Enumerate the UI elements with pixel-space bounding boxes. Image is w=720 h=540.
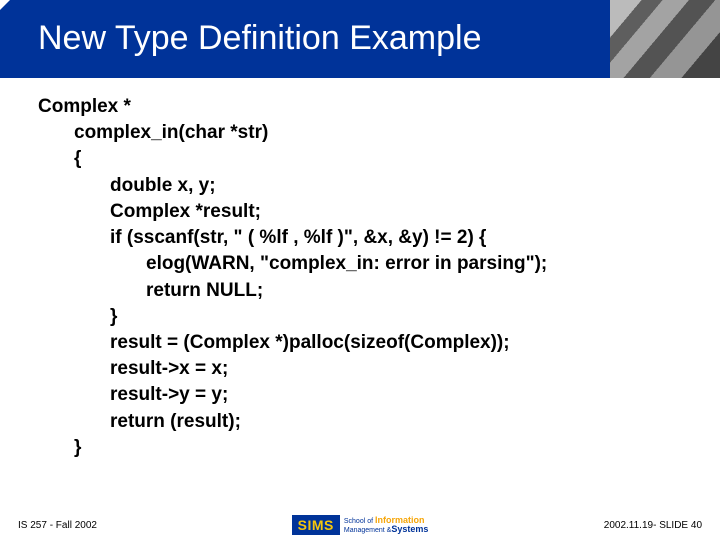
- code-line: return (result);: [38, 409, 690, 435]
- title-photo: [610, 0, 720, 78]
- logo-management: Management: [344, 527, 385, 534]
- slide: New Type Definition Example Complex * co…: [0, 0, 720, 540]
- code-line: }: [38, 304, 690, 330]
- slide-footer: IS 257 - Fall 2002 SIMS School of Inform…: [0, 516, 720, 540]
- code-line: double x, y;: [38, 173, 690, 199]
- code-line: result->x = x;: [38, 356, 690, 382]
- code-line: }: [38, 435, 690, 461]
- title-bar: New Type Definition Example: [0, 0, 720, 78]
- sims-logo-icon: SIMS: [292, 515, 340, 535]
- slide-body: Complex * complex_in(char *str) { double…: [38, 94, 690, 461]
- slide-title: New Type Definition Example: [0, 20, 481, 57]
- code-line: result->y = y;: [38, 382, 690, 408]
- code-line: if (sscanf(str, " ( %lf , %lf )", &x, &y…: [38, 225, 690, 251]
- code-line: result = (Complex *)palloc(sizeof(Comple…: [38, 330, 690, 356]
- logo-systems: Systems: [391, 524, 428, 534]
- code-line: elog(WARN, "complex_in: error in parsing…: [38, 251, 690, 277]
- title-corner-cut: [0, 0, 10, 10]
- footer-logo: SIMS School of Information Management &S…: [246, 515, 474, 535]
- code-line: return NULL;: [38, 278, 690, 304]
- building-photo-icon: [610, 0, 720, 78]
- code-line: complex_in(char *str): [38, 120, 690, 146]
- footer-date-slide: 2002.11.19- SLIDE 40: [474, 520, 702, 531]
- code-line: {: [38, 146, 690, 172]
- sims-logo-subtext: School of Information Management &System…: [344, 516, 429, 535]
- logo-school: School of: [344, 518, 373, 525]
- code-line: Complex *: [38, 94, 690, 120]
- code-line: Complex *result;: [38, 199, 690, 225]
- footer-course: IS 257 - Fall 2002: [18, 520, 246, 531]
